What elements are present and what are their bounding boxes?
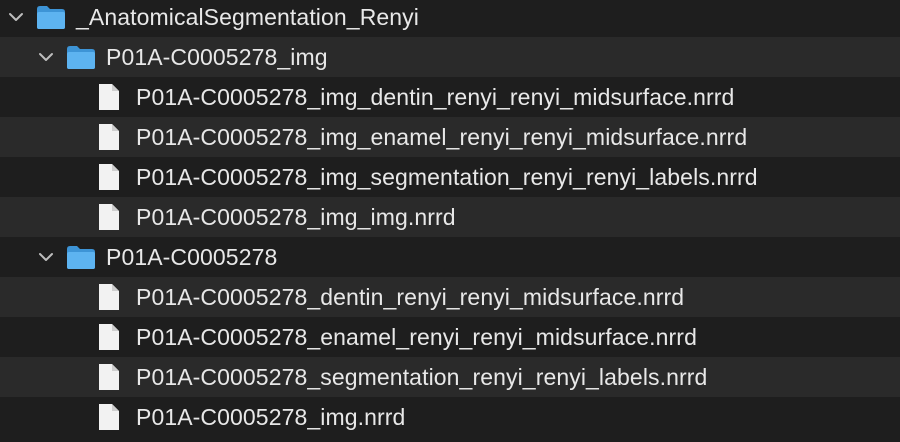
document-icon [98,323,120,351]
tree-row-file[interactable]: P01A-C0005278_img_img.nrrd [0,197,900,237]
folder-icon [66,243,96,271]
tree-row-root-folder[interactable]: _AnatomicalSegmentation_Renyi [0,0,900,37]
tree-row-file[interactable]: P01A-C0005278_enamel_renyi_renyi_midsurf… [0,317,900,357]
file-name: P01A-C0005278_img_img.nrrd [136,204,456,230]
tree-row-file[interactable]: P01A-C0005278_dentin_renyi_renyi_midsurf… [0,277,900,317]
folder-icon [36,3,66,31]
tree-row-file[interactable]: P01A-C0005278_img_enamel_renyi_renyi_mid… [0,117,900,157]
folder-name: P01A-C0005278_img [106,44,328,70]
document-icon [98,283,120,311]
file-name: P01A-C0005278_dentin_renyi_renyi_midsurf… [136,284,685,310]
tree-row-folder[interactable]: P01A-C0005278_img [0,37,900,77]
file-name: P01A-C0005278_img.nrrd [136,404,406,430]
chevron-down-icon[interactable] [38,249,54,265]
folder-name: P01A-C0005278 [106,244,278,270]
file-name: P01A-C0005278_img_enamel_renyi_renyi_mid… [136,124,748,150]
document-icon [98,163,120,191]
file-name: P01A-C0005278_img_dentin_renyi_renyi_mid… [136,84,735,110]
finder-list-view: _AnatomicalSegmentation_Renyi P01A-C0005… [0,0,900,442]
folder-icon [66,43,96,71]
document-icon [98,123,120,151]
document-icon [98,83,120,111]
folder-name: _AnatomicalSegmentation_Renyi [76,4,419,30]
document-icon [98,203,120,231]
chevron-down-icon[interactable] [38,49,54,65]
tree-row-folder[interactable]: P01A-C0005278 [0,237,900,277]
chevron-down-icon[interactable] [8,9,24,25]
tree-row-file[interactable]: P01A-C0005278_segmentation_renyi_renyi_l… [0,357,900,397]
document-icon [98,403,120,431]
file-name: P01A-C0005278_img_segmentation_renyi_ren… [136,164,758,190]
tree-row-file[interactable]: P01A-C0005278_img_dentin_renyi_renyi_mid… [0,77,900,117]
document-icon [98,363,120,391]
tree-row-file[interactable]: P01A-C0005278_img.nrrd [0,397,900,437]
tree-row-file[interactable]: P01A-C0005278_img_segmentation_renyi_ren… [0,157,900,197]
file-name: P01A-C0005278_segmentation_renyi_renyi_l… [136,364,708,390]
file-name: P01A-C0005278_enamel_renyi_renyi_midsurf… [136,324,697,350]
